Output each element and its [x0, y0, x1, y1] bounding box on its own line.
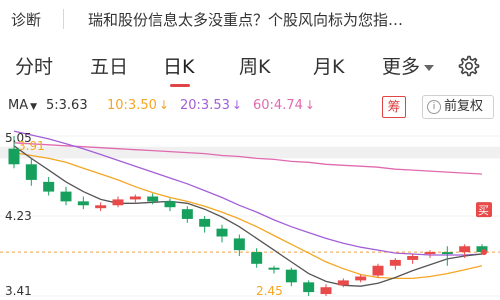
- candle-body: [355, 276, 367, 281]
- candle: [181, 206, 193, 223]
- price-band: [0, 146, 500, 159]
- candle-body: [129, 196, 141, 200]
- candle-body: [303, 282, 315, 293]
- candle-body: [164, 201, 176, 208]
- candle: [164, 198, 176, 212]
- chart-grid: [0, 135, 500, 297]
- high-annotation: 3.91: [18, 139, 45, 153]
- low-annotation: 2.45: [256, 284, 283, 298]
- candle: [233, 234, 245, 256]
- divider: [63, 9, 64, 29]
- candle: [199, 216, 211, 233]
- candle: [268, 265, 280, 274]
- candle: [60, 186, 72, 206]
- diagnose-link[interactable]: 诊断: [11, 9, 41, 30]
- tab-more-label: 更多: [382, 56, 421, 78]
- candle-body: [424, 252, 436, 255]
- candle: [112, 196, 124, 208]
- candle-body: [216, 228, 228, 237]
- candle: [95, 202, 107, 212]
- candle: [251, 248, 263, 268]
- candle: [441, 246, 453, 266]
- candle-body: [337, 280, 349, 286]
- candle: [129, 194, 141, 203]
- ma20-value: 20:3.53 ↓: [180, 98, 242, 113]
- candle-body: [95, 205, 107, 209]
- tab-intraday[interactable]: 分时: [15, 52, 53, 79]
- last-price-dot: [481, 249, 487, 256]
- candle: [77, 196, 89, 210]
- candle-body: [233, 238, 245, 251]
- candle-body: [441, 252, 453, 255]
- candle-body: [372, 265, 384, 276]
- candle: [216, 224, 228, 243]
- notice-message[interactable]: 瑞和股份信息太多没重点？个股风向标为您指…: [88, 9, 493, 30]
- top-notice-bar: 诊断 瑞和股份信息太多没重点？个股风向标为您指…: [0, 0, 500, 40]
- candle-body: [77, 201, 89, 206]
- kline-chart[interactable]: 5.054.233.413.912.45买: [0, 124, 500, 300]
- candle-body: [268, 267, 280, 270]
- candle-body: [25, 164, 37, 180]
- ma-label[interactable]: MA ▼: [8, 98, 37, 113]
- adjustment-label: 前复权: [444, 99, 484, 114]
- candle-body: [285, 269, 297, 283]
- candle-body: [43, 181, 55, 192]
- gear-icon[interactable]: [456, 54, 480, 78]
- arrow-down-icon: ↓: [158, 98, 169, 112]
- active-tab-indicator: [170, 84, 190, 87]
- candle: [43, 176, 55, 196]
- candle: [25, 158, 37, 186]
- candle: [320, 284, 332, 296]
- candle-body: [112, 199, 124, 206]
- candle-body: [251, 252, 263, 264]
- y-tick-label: 4.23: [5, 209, 32, 223]
- ma5-value: 5:3.63: [46, 98, 88, 113]
- candle-body: [320, 287, 332, 295]
- candle: [372, 263, 384, 278]
- ma60-value: 60:4.74 ↓: [253, 98, 315, 113]
- candle-body: [407, 256, 419, 260]
- chevron-down-icon: [424, 64, 435, 71]
- candle: [424, 250, 436, 258]
- arrow-down-icon: ↓: [304, 98, 315, 112]
- period-tabs: 分时 五日 日K 周K 月K 更多: [0, 40, 500, 90]
- candle-body: [181, 209, 193, 219]
- tab-monthly-k[interactable]: 月K: [313, 52, 344, 79]
- arrow-down-icon: ↓: [231, 98, 242, 112]
- chip-distribution-button[interactable]: 筹: [382, 96, 406, 118]
- ma10-value: 10:3.50 ↓: [107, 98, 169, 113]
- candle: [303, 280, 315, 296]
- candle: [407, 254, 419, 264]
- candle-body: [60, 191, 72, 202]
- tab-five-day[interactable]: 五日: [90, 52, 128, 79]
- candle-body: [199, 218, 211, 227]
- candle-body: [389, 259, 401, 266]
- candle-body: [459, 246, 471, 253]
- candle: [389, 257, 401, 270]
- tab-weekly-k[interactable]: 周K: [239, 52, 270, 79]
- y-tick-label: 3.41: [5, 284, 32, 298]
- tab-more[interactable]: 更多: [382, 52, 435, 79]
- adjustment-selector[interactable]: i 前复权: [422, 95, 494, 119]
- candle: [285, 267, 297, 287]
- info-icon: i: [427, 100, 441, 114]
- candle-body: [147, 196, 159, 202]
- tab-daily-k[interactable]: 日K: [163, 52, 194, 79]
- buy-label: 买: [478, 204, 489, 217]
